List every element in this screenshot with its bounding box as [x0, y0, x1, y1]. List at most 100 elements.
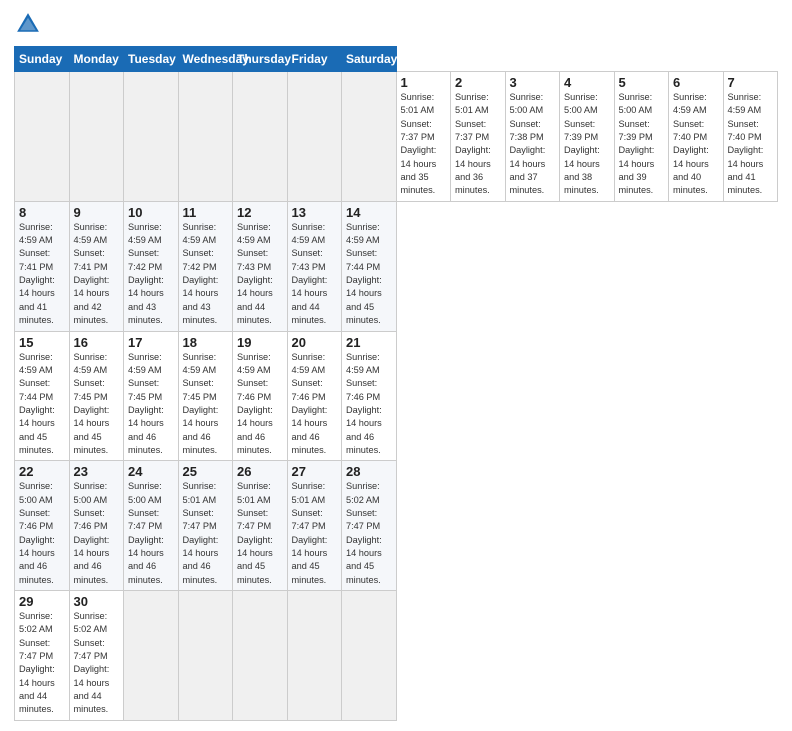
day-number: 22	[19, 464, 65, 479]
day-number: 8	[19, 205, 65, 220]
calendar-cell: 6 Sunrise: 4:59 AM Sunset: 7:40 PM Dayli…	[669, 72, 724, 202]
daylight-label: Daylight: 14 hours and 37 minutes.	[510, 145, 546, 195]
col-header-tuesday: Tuesday	[124, 47, 179, 72]
sun-info: Sunrise: 5:00 AM Sunset: 7:46 PM Dayligh…	[19, 480, 65, 587]
sunset-label: Sunset: 7:45 PM	[74, 378, 108, 401]
sunrise-label: Sunrise: 4:59 AM	[237, 352, 271, 375]
calendar-week-4: 22 Sunrise: 5:00 AM Sunset: 7:46 PM Dayl…	[15, 461, 778, 591]
sun-info: Sunrise: 4:59 AM Sunset: 7:43 PM Dayligh…	[292, 221, 338, 328]
day-number: 10	[128, 205, 174, 220]
day-number: 5	[619, 75, 665, 90]
daylight-label: Daylight: 14 hours and 44 minutes.	[292, 275, 328, 325]
sunrise-label: Sunrise: 5:02 AM	[346, 481, 380, 504]
sunset-label: Sunset: 7:39 PM	[619, 119, 653, 142]
calendar-cell: 2 Sunrise: 5:01 AM Sunset: 7:37 PM Dayli…	[451, 72, 506, 202]
calendar-cell: 4 Sunrise: 5:00 AM Sunset: 7:39 PM Dayli…	[560, 72, 615, 202]
daylight-label: Daylight: 14 hours and 44 minutes.	[19, 664, 55, 714]
sunset-label: Sunset: 7:37 PM	[401, 119, 435, 142]
calendar-cell	[69, 72, 124, 202]
daylight-label: Daylight: 14 hours and 44 minutes.	[74, 664, 110, 714]
calendar-cell	[342, 72, 397, 202]
calendar-cell	[233, 72, 288, 202]
sunset-label: Sunset: 7:47 PM	[128, 508, 162, 531]
sun-info: Sunrise: 4:59 AM Sunset: 7:42 PM Dayligh…	[128, 221, 174, 328]
sunset-label: Sunset: 7:44 PM	[19, 378, 53, 401]
sunset-label: Sunset: 7:42 PM	[128, 248, 162, 271]
calendar-cell	[178, 591, 233, 721]
sun-info: Sunrise: 5:01 AM Sunset: 7:47 PM Dayligh…	[237, 480, 283, 587]
daylight-label: Daylight: 14 hours and 45 minutes.	[292, 535, 328, 585]
sunset-label: Sunset: 7:46 PM	[19, 508, 53, 531]
sunrise-label: Sunrise: 4:59 AM	[346, 222, 380, 245]
sunset-label: Sunset: 7:41 PM	[74, 248, 108, 271]
calendar-cell: 7 Sunrise: 4:59 AM Sunset: 7:40 PM Dayli…	[723, 72, 778, 202]
calendar-cell	[342, 591, 397, 721]
sunrise-label: Sunrise: 4:59 AM	[128, 352, 162, 375]
daylight-label: Daylight: 14 hours and 43 minutes.	[183, 275, 219, 325]
calendar-cell: 1 Sunrise: 5:01 AM Sunset: 7:37 PM Dayli…	[396, 72, 451, 202]
calendar-cell: 27 Sunrise: 5:01 AM Sunset: 7:47 PM Dayl…	[287, 461, 342, 591]
sun-info: Sunrise: 4:59 AM Sunset: 7:40 PM Dayligh…	[728, 91, 774, 198]
calendar-cell: 22 Sunrise: 5:00 AM Sunset: 7:46 PM Dayl…	[15, 461, 70, 591]
sun-info: Sunrise: 5:00 AM Sunset: 7:39 PM Dayligh…	[564, 91, 610, 198]
col-header-sunday: Sunday	[15, 47, 70, 72]
sunset-label: Sunset: 7:47 PM	[346, 508, 380, 531]
sunrise-label: Sunrise: 5:00 AM	[619, 92, 653, 115]
day-number: 1	[401, 75, 447, 90]
calendar-cell: 26 Sunrise: 5:01 AM Sunset: 7:47 PM Dayl…	[233, 461, 288, 591]
sunrise-label: Sunrise: 4:59 AM	[728, 92, 762, 115]
calendar-cell: 17 Sunrise: 4:59 AM Sunset: 7:45 PM Dayl…	[124, 331, 179, 461]
day-number: 9	[74, 205, 120, 220]
calendar-cell: 29 Sunrise: 5:02 AM Sunset: 7:47 PM Dayl…	[15, 591, 70, 721]
day-number: 7	[728, 75, 774, 90]
calendar-cell: 18 Sunrise: 4:59 AM Sunset: 7:45 PM Dayl…	[178, 331, 233, 461]
sunrise-label: Sunrise: 4:59 AM	[183, 352, 217, 375]
sunset-label: Sunset: 7:39 PM	[564, 119, 598, 142]
day-number: 2	[455, 75, 501, 90]
sunset-label: Sunset: 7:40 PM	[673, 119, 707, 142]
daylight-label: Daylight: 14 hours and 36 minutes.	[455, 145, 491, 195]
sunrise-label: Sunrise: 5:02 AM	[74, 611, 108, 634]
daylight-label: Daylight: 14 hours and 46 minutes.	[183, 405, 219, 455]
daylight-label: Daylight: 14 hours and 45 minutes.	[346, 535, 382, 585]
calendar-cell: 12 Sunrise: 4:59 AM Sunset: 7:43 PM Dayl…	[233, 201, 288, 331]
calendar-cell	[124, 72, 179, 202]
calendar-cell	[287, 591, 342, 721]
sunset-label: Sunset: 7:47 PM	[183, 508, 217, 531]
daylight-label: Daylight: 14 hours and 46 minutes.	[292, 405, 328, 455]
sun-info: Sunrise: 4:59 AM Sunset: 7:41 PM Dayligh…	[74, 221, 120, 328]
sunset-label: Sunset: 7:45 PM	[128, 378, 162, 401]
day-number: 25	[183, 464, 229, 479]
sunrise-label: Sunrise: 4:59 AM	[74, 352, 108, 375]
daylight-label: Daylight: 14 hours and 40 minutes.	[673, 145, 709, 195]
sun-info: Sunrise: 4:59 AM Sunset: 7:45 PM Dayligh…	[183, 351, 229, 458]
calendar-table: SundayMondayTuesdayWednesdayThursdayFrid…	[14, 46, 778, 721]
calendar-header-row: SundayMondayTuesdayWednesdayThursdayFrid…	[15, 47, 778, 72]
calendar-cell	[233, 591, 288, 721]
sunset-label: Sunset: 7:46 PM	[237, 378, 271, 401]
daylight-label: Daylight: 14 hours and 42 minutes.	[74, 275, 110, 325]
calendar-cell: 19 Sunrise: 4:59 AM Sunset: 7:46 PM Dayl…	[233, 331, 288, 461]
col-header-thursday: Thursday	[233, 47, 288, 72]
daylight-label: Daylight: 14 hours and 46 minutes.	[183, 535, 219, 585]
sunrise-label: Sunrise: 4:59 AM	[292, 352, 326, 375]
sunrise-label: Sunrise: 5:01 AM	[292, 481, 326, 504]
sunset-label: Sunset: 7:47 PM	[237, 508, 271, 531]
calendar-week-1: 1 Sunrise: 5:01 AM Sunset: 7:37 PM Dayli…	[15, 72, 778, 202]
sunset-label: Sunset: 7:38 PM	[510, 119, 544, 142]
sun-info: Sunrise: 4:59 AM Sunset: 7:40 PM Dayligh…	[673, 91, 719, 198]
day-number: 12	[237, 205, 283, 220]
day-number: 26	[237, 464, 283, 479]
calendar-cell: 20 Sunrise: 4:59 AM Sunset: 7:46 PM Dayl…	[287, 331, 342, 461]
sunrise-label: Sunrise: 4:59 AM	[346, 352, 380, 375]
sunrise-label: Sunrise: 5:00 AM	[128, 481, 162, 504]
sunrise-label: Sunrise: 5:00 AM	[510, 92, 544, 115]
daylight-label: Daylight: 14 hours and 41 minutes.	[728, 145, 764, 195]
daylight-label: Daylight: 14 hours and 45 minutes.	[19, 405, 55, 455]
sun-info: Sunrise: 5:02 AM Sunset: 7:47 PM Dayligh…	[346, 480, 392, 587]
sunrise-label: Sunrise: 5:01 AM	[401, 92, 435, 115]
sun-info: Sunrise: 5:00 AM Sunset: 7:39 PM Dayligh…	[619, 91, 665, 198]
sun-info: Sunrise: 4:59 AM Sunset: 7:44 PM Dayligh…	[346, 221, 392, 328]
daylight-label: Daylight: 14 hours and 41 minutes.	[19, 275, 55, 325]
sunrise-label: Sunrise: 5:02 AM	[19, 611, 53, 634]
